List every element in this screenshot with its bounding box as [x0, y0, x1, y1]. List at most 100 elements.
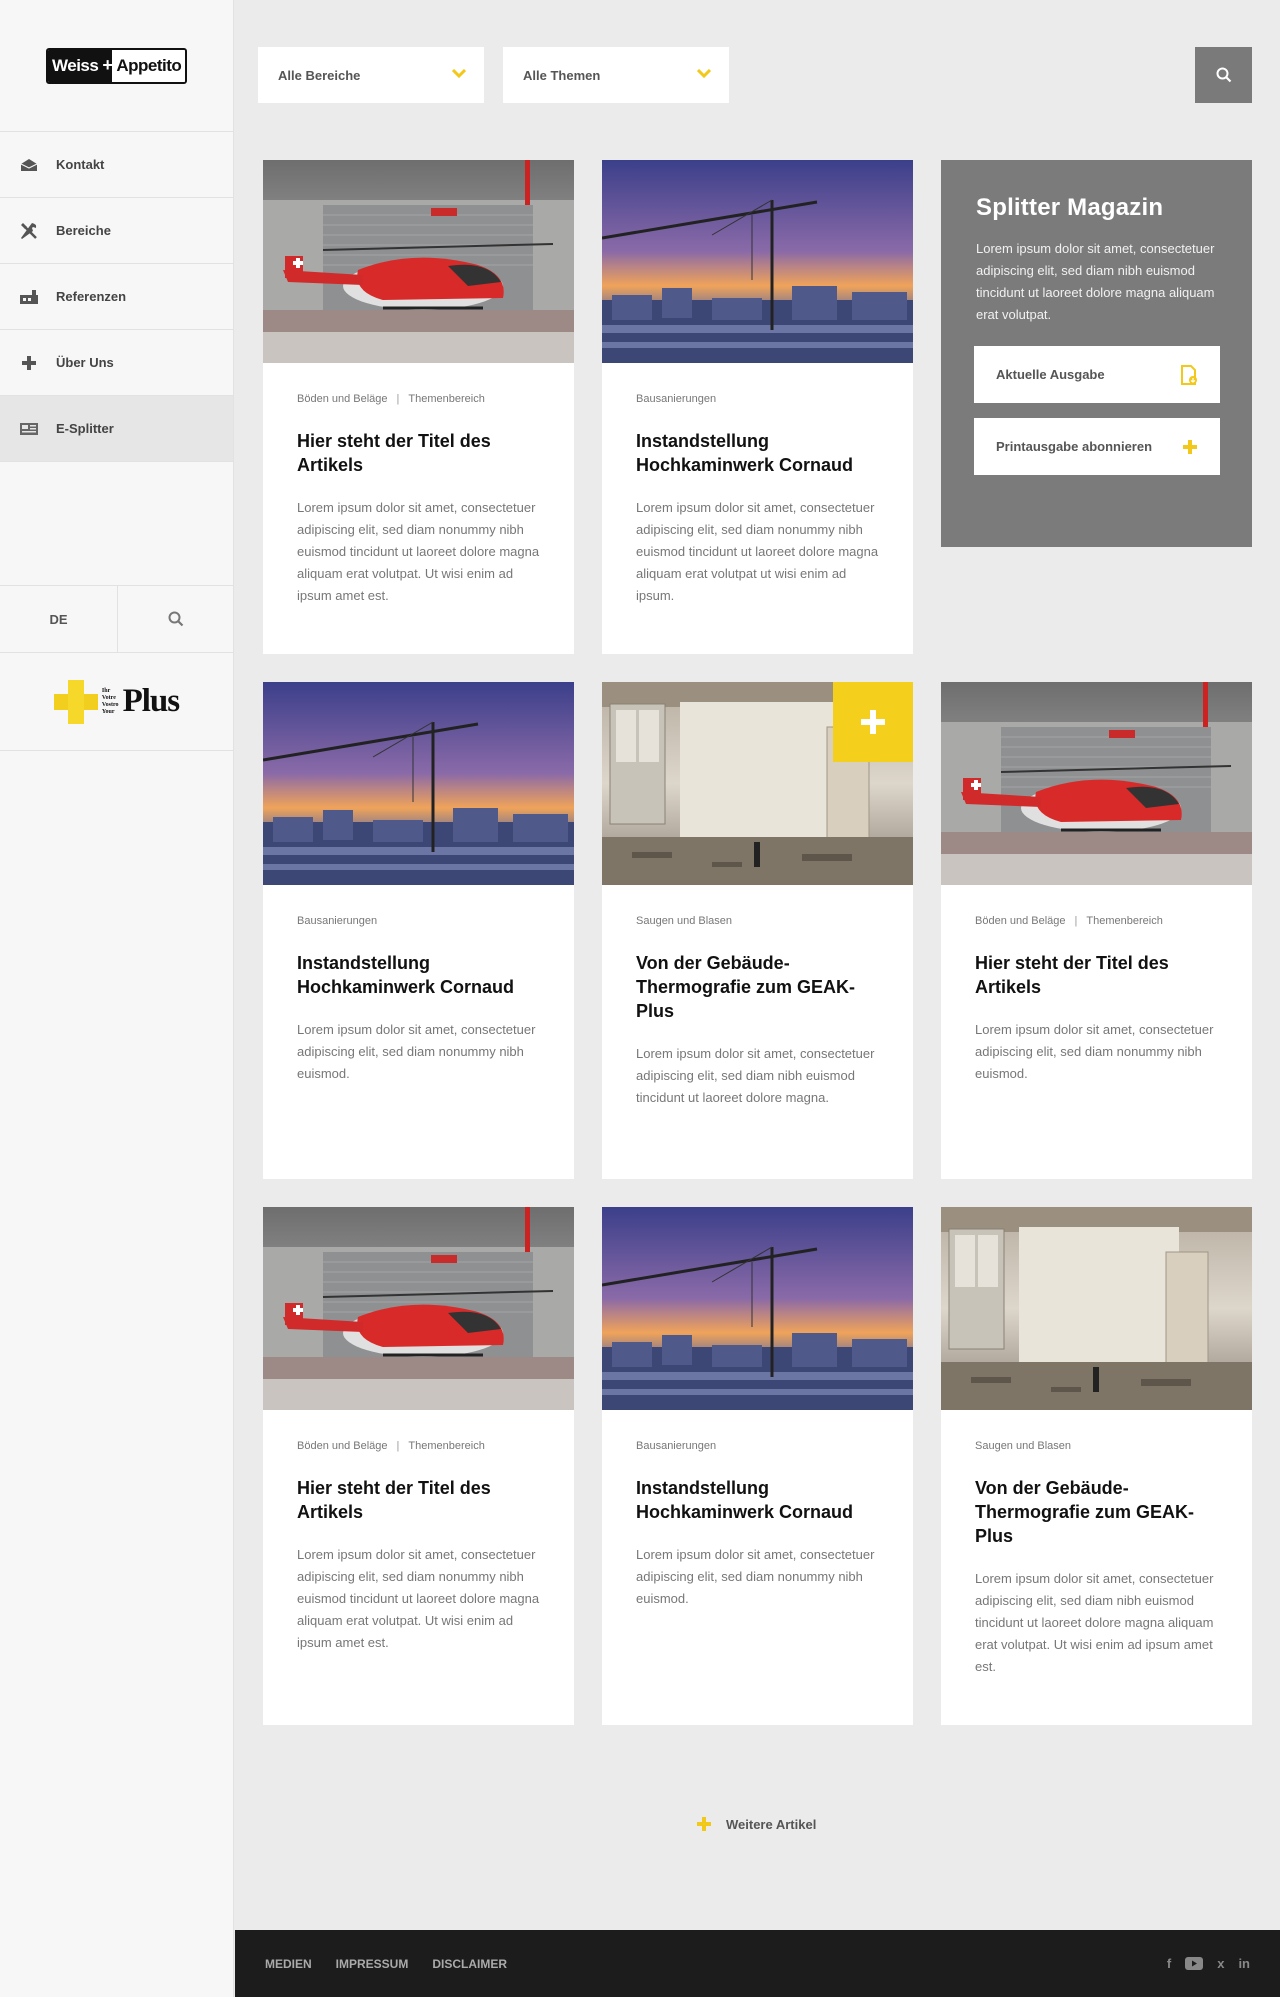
- chevron-down-icon: [452, 69, 466, 78]
- sidebar-item-bereiche[interactable]: Bereiche: [0, 198, 233, 264]
- plus-tagline-word: Vostro: [101, 701, 119, 708]
- article-meta: Böden und Beläge | Themenbereich: [297, 393, 540, 405]
- splitter-magazin-promo: Splitter Magazin Lorem ipsum dolor sit a…: [941, 160, 1252, 547]
- search-button[interactable]: [1195, 47, 1252, 103]
- article-excerpt: Lorem ipsum dolor sit amet, consectetuer…: [297, 500, 540, 603]
- article-category: Böden und Beläge: [297, 1440, 388, 1452]
- logo-left-text: Weiss: [48, 49, 103, 82]
- article-category: Böden und Beläge: [297, 393, 388, 405]
- article-title[interactable]: Hier steht der Titel des Artikels: [975, 951, 1218, 999]
- linkedin-icon[interactable]: in: [1238, 1956, 1250, 1971]
- article-title[interactable]: Instandstellung Hochkaminwerk Cornaud: [636, 1476, 879, 1524]
- filter-bereiche-select[interactable]: Alle Bereiche: [258, 47, 484, 103]
- article-card[interactable]: Saugen und Blasen Von der Gebäude-Thermo…: [602, 682, 913, 1179]
- article-title[interactable]: Hier steht der Titel des Artikels: [297, 1476, 540, 1524]
- article-card[interactable]: Saugen und Blasen Von der Gebäude-Thermo…: [941, 1207, 1252, 1725]
- load-more-button[interactable]: Weitere Artikel: [696, 1816, 816, 1832]
- subscribe-print-label: Printausgabe abonnieren: [996, 439, 1153, 454]
- search-icon: [1216, 67, 1231, 83]
- article-category: Saugen und Blasen: [636, 915, 733, 927]
- sidebar-item-kontakt[interactable]: Kontakt: [0, 132, 233, 198]
- sidebar-item-label: Referenzen: [56, 289, 127, 304]
- article-title[interactable]: Von der Gebäude-Thermografie zum GEAK-Pl…: [975, 1476, 1218, 1548]
- article-card[interactable]: Böden und Beläge | Themenbereich Hier st…: [263, 1207, 574, 1725]
- article-category: Saugen und Blasen: [975, 1440, 1072, 1452]
- footer-link-disclaimer[interactable]: DISCLAIMER: [432, 1957, 507, 1971]
- article-category: Bausanierungen: [636, 393, 717, 405]
- article-meta: Bausanierungen: [636, 1440, 879, 1452]
- filter-themen-select[interactable]: Alle Themen: [503, 47, 729, 103]
- meta-separator: |: [1074, 915, 1078, 927]
- plus-tagline-word: Your: [101, 708, 115, 715]
- article-excerpt: Lorem ipsum dolor sit amet, consectetuer…: [975, 1571, 1214, 1674]
- logo-area: Weiss + Appetito: [0, 0, 233, 132]
- load-more-label: Weitere Artikel: [726, 1816, 817, 1832]
- plus-icon: [697, 1817, 711, 1831]
- article-excerpt: Lorem ipsum dolor sit amet, consectetuer…: [975, 1022, 1214, 1081]
- plus-badge-icon: [833, 682, 913, 762]
- article-title[interactable]: Instandstellung Hochkaminwerk Cornaud: [636, 429, 879, 477]
- logo-plus: +: [102, 49, 113, 82]
- article-category: Bausanierungen: [636, 1440, 717, 1452]
- article-meta: Böden und Beläge | Themenbereich: [297, 1440, 540, 1452]
- article-image: [602, 682, 913, 885]
- article-excerpt: Lorem ipsum dolor sit amet, consectetuer…: [636, 1046, 875, 1105]
- facebook-icon[interactable]: f: [1167, 1956, 1171, 1971]
- plus-tagline-word: Ihr: [101, 687, 111, 694]
- promo-text: Lorem ipsum dolor sit amet, consectetuer…: [976, 241, 1215, 322]
- footer-link-impressum[interactable]: IMPRESSUM: [336, 1957, 409, 1971]
- article-excerpt: Lorem ipsum dolor sit amet, consectetuer…: [636, 1547, 875, 1606]
- sidebar-item-label: E-Splitter: [56, 421, 114, 436]
- xing-icon[interactable]: x: [1217, 1956, 1224, 1971]
- article-image: [602, 1207, 913, 1410]
- article-image: [602, 160, 913, 363]
- sidebar-item-e-splitter[interactable]: E-Splitter: [0, 396, 233, 462]
- building-icon: [18, 286, 40, 308]
- current-issue-label: Aktuelle Ausgabe: [996, 367, 1105, 382]
- social-links: f x in: [1167, 1956, 1250, 1971]
- article-title[interactable]: Von der Gebäude-Thermografie zum GEAK-Pl…: [636, 951, 879, 1023]
- article-card[interactable]: Böden und Beläge | Themenbereich Hier st…: [941, 682, 1252, 1179]
- language-switch[interactable]: DE: [0, 586, 118, 652]
- article-subcategory: Themenbereich: [1086, 915, 1163, 927]
- article-subcategory: Themenbereich: [408, 1440, 485, 1452]
- article-title[interactable]: Hier steht der Titel des Artikels: [297, 429, 540, 477]
- brand-logo[interactable]: Weiss + Appetito: [46, 47, 187, 84]
- sidebar-item-ueber-uns[interactable]: Über Uns: [0, 330, 233, 396]
- sidebar-search-button[interactable]: [118, 586, 233, 652]
- document-download-icon: [1181, 364, 1197, 385]
- tools-icon: [18, 220, 40, 242]
- article-image: [263, 160, 574, 363]
- plus-logo-word: Plus: [122, 683, 181, 719]
- article-card[interactable]: Bausanierungen Instandstellung Hochkamin…: [602, 160, 913, 654]
- article-card[interactable]: Bausanierungen Instandstellung Hochkamin…: [602, 1207, 913, 1725]
- envelope-icon: [18, 154, 40, 176]
- promo-title: Splitter Magazin: [976, 194, 1164, 221]
- article-meta: Saugen und Blasen: [636, 915, 879, 927]
- article-image: [263, 1207, 574, 1410]
- subscribe-print-button[interactable]: Printausgabe abonnieren: [974, 418, 1220, 475]
- sidebar-spacer: [0, 462, 233, 586]
- sidebar-item-label: Kontakt: [56, 157, 105, 172]
- newspaper-icon: [18, 418, 40, 440]
- article-card[interactable]: Bausanierungen Instandstellung Hochkamin…: [263, 682, 574, 1179]
- meta-separator: |: [396, 393, 400, 405]
- sidebar-item-referenzen[interactable]: Referenzen: [0, 264, 233, 330]
- current-issue-button[interactable]: Aktuelle Ausgabe: [974, 346, 1220, 403]
- plus-icon: [1183, 439, 1197, 454]
- article-category: Bausanierungen: [297, 915, 378, 927]
- article-excerpt: Lorem ipsum dolor sit amet, consectetuer…: [636, 500, 879, 603]
- article-meta: Saugen und Blasen: [975, 1440, 1218, 1452]
- article-excerpt: Lorem ipsum dolor sit amet, consectetuer…: [297, 1547, 540, 1650]
- plus-logo[interactable]: Ihr Votre Vostro Your Plus: [0, 653, 233, 751]
- sidebar-item-label: Bereiche: [56, 223, 111, 238]
- footer-link-medien[interactable]: MEDIEN: [265, 1957, 312, 1971]
- article-title[interactable]: Instandstellung Hochkaminwerk Cornaud: [297, 951, 540, 999]
- article-meta: Bausanierungen: [636, 393, 879, 405]
- article-card[interactable]: Böden und Beläge | Themenbereich Hier st…: [263, 160, 574, 654]
- article-excerpt: Lorem ipsum dolor sit amet, consectetuer…: [297, 1022, 536, 1081]
- filter-themen-value: Alle Themen: [523, 67, 601, 83]
- footer: MEDIEN IMPRESSUM DISCLAIMER f x in: [235, 1930, 1280, 1997]
- youtube-icon[interactable]: [1185, 1957, 1204, 1970]
- sidebar-item-label: Über Uns: [56, 355, 114, 370]
